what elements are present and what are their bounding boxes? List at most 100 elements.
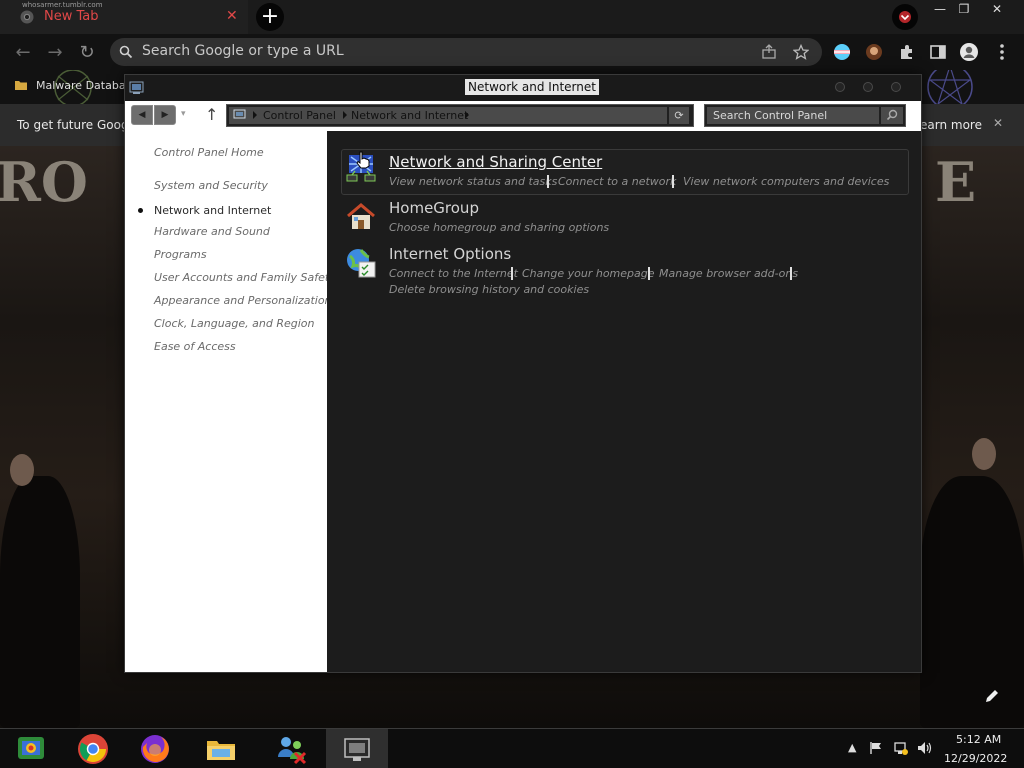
window-minimize-button[interactable]: — xyxy=(928,0,952,18)
tray-overflow-chevron-icon[interactable]: ▲ xyxy=(848,741,856,754)
cp-search-box[interactable]: Search Control Panel xyxy=(704,104,906,127)
wallpaper-text-right: E xyxy=(935,150,977,214)
cp-close-button[interactable] xyxy=(891,82,901,92)
profile-flag-icon[interactable] xyxy=(832,42,852,62)
nav-ease-of-access[interactable]: Ease of Access xyxy=(154,340,236,353)
wallpaper-face xyxy=(972,438,996,470)
cp-address-bar[interactable]: Control Panel Network and Internet ⟳ xyxy=(226,104,694,127)
tab-close-icon[interactable]: ✕ xyxy=(226,8,238,24)
search-icon xyxy=(119,45,133,59)
info-bar-close-icon[interactable]: ✕ xyxy=(993,116,1003,130)
cp-titlebar: Network and Internet xyxy=(125,75,921,101)
user-profile-icon[interactable] xyxy=(959,42,979,62)
cp-search-input[interactable]: Search Control Panel xyxy=(707,107,879,124)
taskbar-control-panel[interactable] xyxy=(0,729,62,768)
taskbar-control-panel-window[interactable] xyxy=(326,729,388,768)
nav-clock-language-region[interactable]: Clock, Language, and Region xyxy=(154,317,315,330)
window-maximize-button[interactable]: ❐ xyxy=(952,0,976,18)
avatar-extension-icon[interactable] xyxy=(864,42,884,62)
nav-network-and-internet[interactable]: Network and Internet xyxy=(154,204,271,217)
reload-button[interactable]: ↻ xyxy=(76,42,98,64)
side-panel-icon[interactable] xyxy=(928,42,948,62)
window-close-button[interactable]: ✕ xyxy=(976,0,1018,18)
network-status-icon[interactable] xyxy=(893,740,909,756)
bookmark-star-icon[interactable] xyxy=(793,44,809,60)
cp-minimize-button[interactable] xyxy=(835,82,845,92)
pencil-icon[interactable] xyxy=(984,688,1000,704)
link-choose-homegroup[interactable]: Choose homegroup and sharing options xyxy=(389,221,609,234)
cp-search-button[interactable] xyxy=(881,107,903,124)
taskbar-chrome[interactable] xyxy=(62,729,124,768)
link-separator xyxy=(511,267,513,280)
hand-cursor-icon xyxy=(356,151,370,169)
nav-programs[interactable]: Programs xyxy=(154,248,207,261)
menu-kebab-icon[interactable] xyxy=(992,42,1012,62)
new-tab-button[interactable]: + xyxy=(256,3,284,31)
category-title-network-sharing-center[interactable]: Network and Sharing Center xyxy=(389,153,602,171)
omnibox-placeholder: Search Google or type a URL xyxy=(142,43,344,59)
cp-forward-button[interactable]: ▶ xyxy=(154,105,176,125)
breadcrumb-arrow-icon xyxy=(343,111,347,119)
category-title-internet-options[interactable]: Internet Options xyxy=(389,245,511,263)
cp-recent-dropdown-icon[interactable]: ▾ xyxy=(181,109,186,119)
cp-content-pane: Network and Sharing Center View network … xyxy=(327,131,921,672)
nav-appearance[interactable]: Appearance and Personalization xyxy=(154,294,332,307)
nav-control-panel-home[interactable]: Control Panel Home xyxy=(154,146,264,159)
learn-more-link[interactable]: earn more xyxy=(920,118,982,132)
cp-address-row: ◀ ▶ ▾ ↑ Control Panel Network and Intern… xyxy=(125,101,921,131)
volume-icon[interactable] xyxy=(917,741,933,755)
link-manage-addons[interactable]: Manage browser add-ons xyxy=(659,267,798,280)
tab-search-button[interactable] xyxy=(892,4,918,30)
control-panel-window-icon xyxy=(344,738,370,761)
breadcrumb-network-and-internet[interactable]: Network and Internet xyxy=(351,109,468,122)
cp-maximize-button[interactable] xyxy=(863,82,873,92)
link-change-homepage[interactable]: Change your homepage xyxy=(522,267,655,280)
link-delete-browsing-history[interactable]: Delete browsing history and cookies xyxy=(389,283,589,296)
tab-url-ghost: whosarmer.tumblr.com xyxy=(22,1,103,9)
network-users-icon xyxy=(278,737,307,765)
forward-button[interactable]: → xyxy=(44,42,66,64)
cp-navigation-pane: Control Panel Home System and Security N… xyxy=(125,131,336,672)
cp-back-button[interactable]: ◀ xyxy=(131,105,153,125)
link-view-network-computers[interactable]: View network computers and devices xyxy=(683,175,889,188)
cp-up-button[interactable]: ↑ xyxy=(205,105,218,124)
nav-hardware-and-sound[interactable]: Hardware and Sound xyxy=(154,225,270,238)
taskbar-firefox[interactable] xyxy=(124,729,186,768)
chrome-icon xyxy=(78,734,108,764)
link-view-network-status[interactable]: View network status and tasks xyxy=(389,175,557,188)
cp-refresh-icon[interactable]: ⟳ xyxy=(669,107,689,124)
link-connect-to-network[interactable]: Connect to a network xyxy=(558,175,676,188)
wallpaper-figure xyxy=(920,476,1024,728)
nav-user-accounts[interactable]: User Accounts and Family Safety xyxy=(154,271,336,284)
decorative-pentagram-icon xyxy=(927,70,973,104)
firefox-icon xyxy=(141,735,169,763)
taskbar-network-users[interactable] xyxy=(260,729,322,768)
clock-time[interactable]: 5:12 AM xyxy=(956,733,1001,746)
action-center-flag-icon[interactable] xyxy=(869,741,883,755)
browser-tabstrip: whosarmer.tumblr.com New Tab ✕ + — ❐ ✕ xyxy=(0,0,1024,34)
bookmark-item[interactable]: Malware Databa xyxy=(36,79,126,92)
nav-active-bullet xyxy=(138,208,143,213)
wallpaper-figure xyxy=(0,476,80,728)
link-connect-to-internet[interactable]: Connect to the Internet xyxy=(389,267,518,280)
extensions-puzzle-icon[interactable] xyxy=(897,42,917,62)
search-icon xyxy=(886,109,898,121)
wallpaper-text-left: RO xyxy=(0,150,88,214)
chrome-favicon-icon xyxy=(20,10,34,24)
control-panel-window: Network and Internet ◀ ▶ ▾ ↑ Control Pan… xyxy=(124,74,922,673)
browser-tab[interactable]: whosarmer.tumblr.com New Tab ✕ xyxy=(0,0,248,34)
taskbar-file-explorer[interactable] xyxy=(190,729,252,768)
breadcrumb-control-panel[interactable]: Control Panel xyxy=(263,109,336,122)
control-panel-icon xyxy=(129,81,144,94)
control-panel-icon xyxy=(233,109,246,119)
back-button[interactable]: ← xyxy=(12,42,34,64)
nav-system-and-security[interactable]: System and Security xyxy=(154,179,268,192)
link-separator xyxy=(547,175,549,188)
breadcrumb-arrow-icon xyxy=(253,111,257,119)
link-separator xyxy=(790,267,792,280)
clock-date[interactable]: 12/29/2022 xyxy=(944,752,1007,765)
category-title-homegroup[interactable]: HomeGroup xyxy=(389,199,479,217)
share-icon[interactable] xyxy=(761,44,777,60)
wallpaper-face xyxy=(10,454,34,486)
link-separator xyxy=(648,267,650,280)
